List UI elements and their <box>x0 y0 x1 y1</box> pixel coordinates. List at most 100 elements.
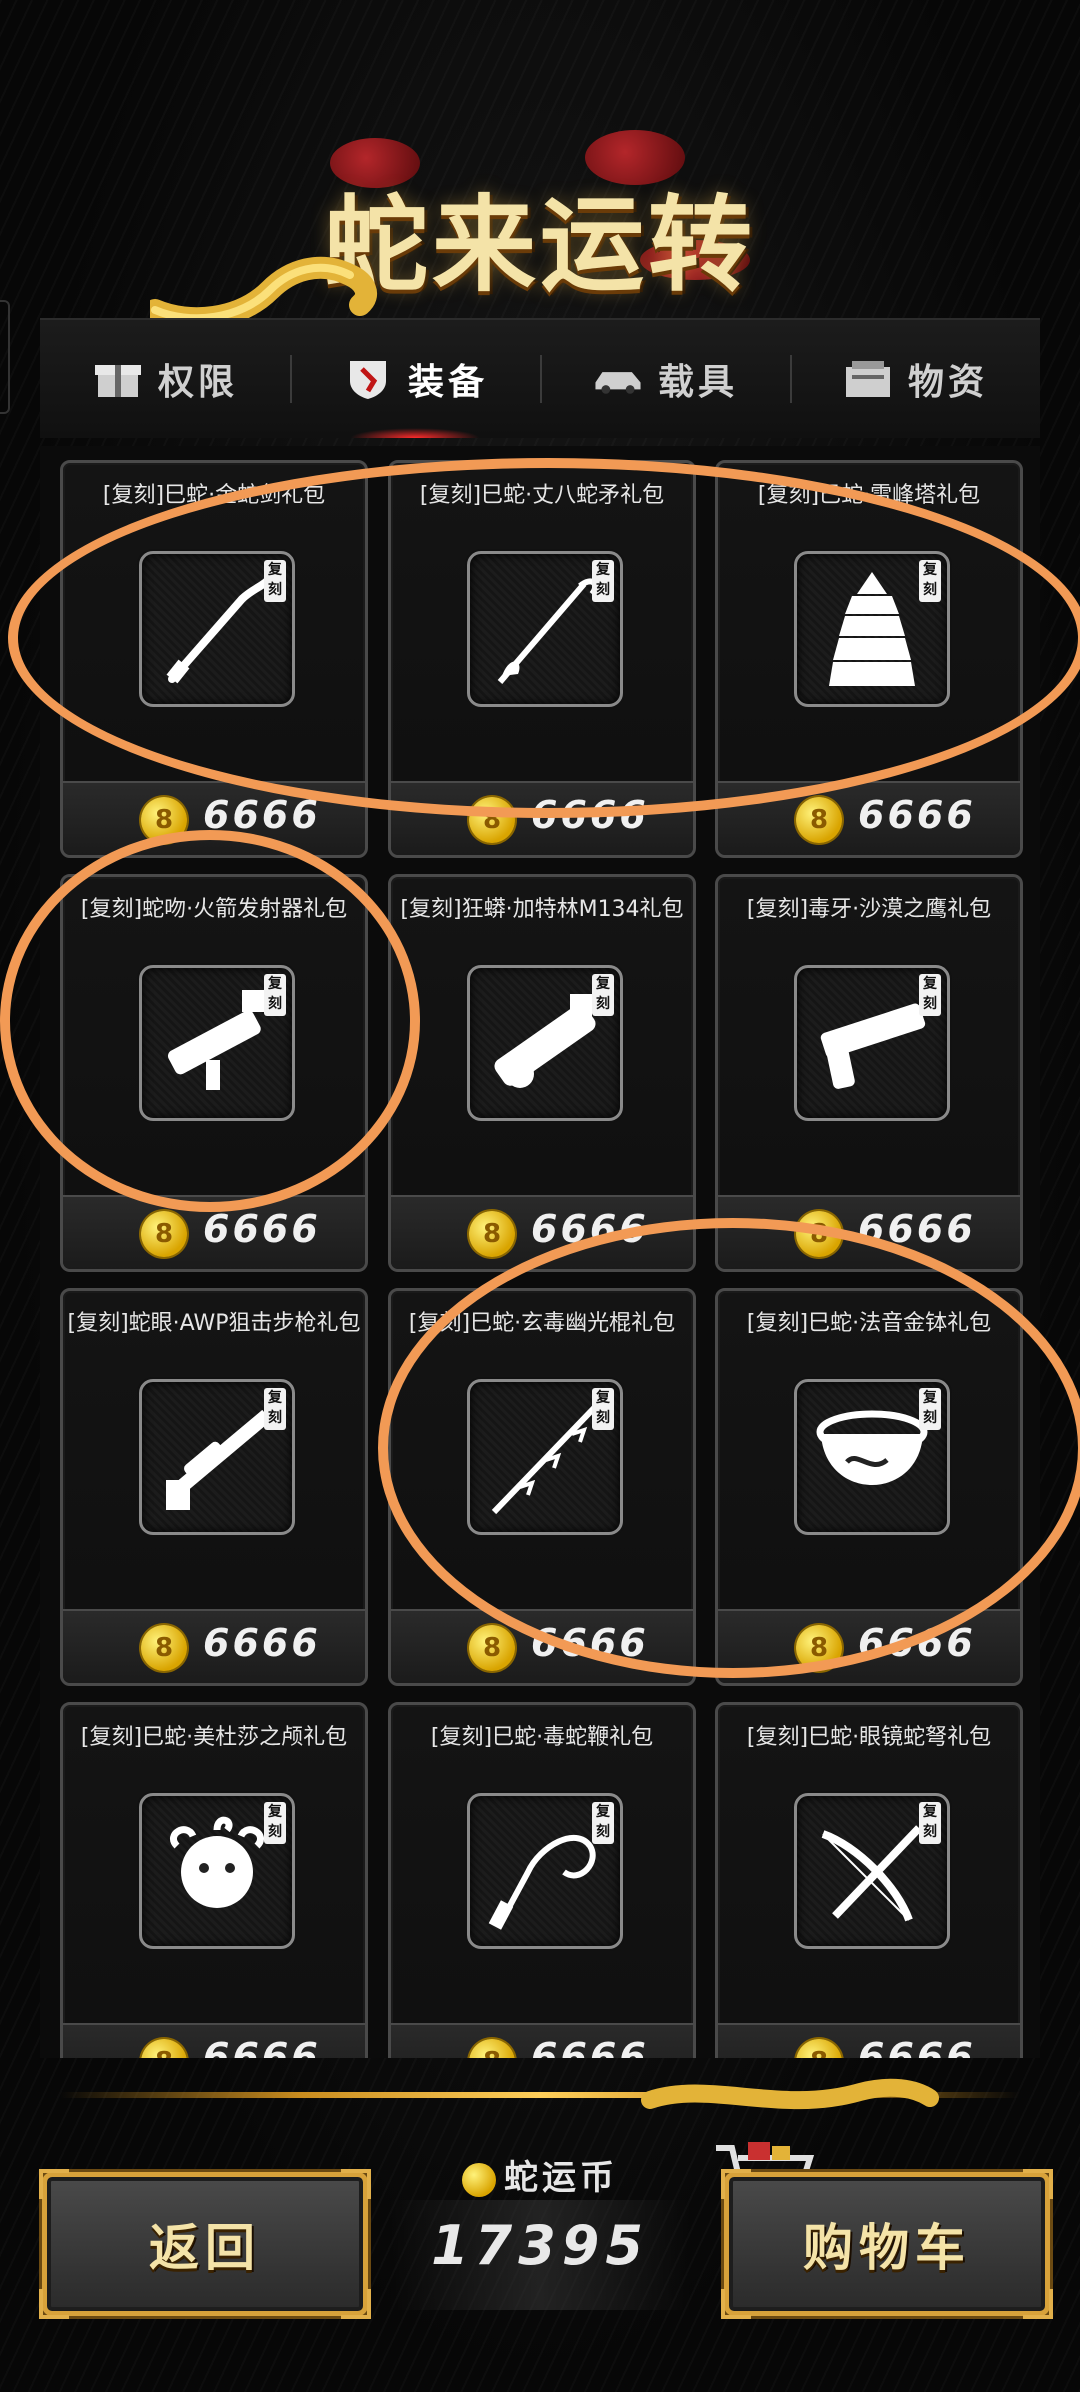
price-bar: 6666 <box>63 2023 365 2058</box>
sniper-rifle-icon <box>166 1409 272 1510</box>
car-icon <box>595 372 641 394</box>
item-icon-frame: 复刻 <box>794 551 950 707</box>
cart-button[interactable]: 购物车 <box>721 2169 1053 2319</box>
golden-snake-icon <box>641 2078 939 2110</box>
price-bar: 6666 <box>391 1609 693 1683</box>
coin-icon <box>469 1211 515 1257</box>
item-icon-frame: 复刻 <box>794 1379 950 1535</box>
item-price: 6666 <box>858 1621 976 1665</box>
reissue-badge: 复刻 <box>264 1388 286 1430</box>
frame-corner <box>721 2169 751 2199</box>
item-icon-frame: 复刻 <box>139 1793 295 1949</box>
tab-vehicles[interactable]: 载具 <box>540 320 790 438</box>
item-card[interactable]: [复刻]巳蛇·眼镜蛇弩礼包复刻 6666 <box>715 1702 1023 2058</box>
currency-label: 蛇运币 <box>504 2158 618 2198</box>
tab-label: 装备 <box>407 362 488 403</box>
supply-crate-icon <box>845 361 890 397</box>
frame-corner <box>39 2289 69 2319</box>
tab-equipment[interactable]: 装备 <box>290 320 540 438</box>
frame-corner <box>341 2289 371 2319</box>
item-card[interactable]: [复刻]巳蛇·金蛇剑礼包复刻 6666 <box>60 460 368 858</box>
staff-icon <box>491 1403 599 1515</box>
coin-icon <box>141 797 187 843</box>
item-title: [复刻]巳蛇·眼镜蛇弩礼包 <box>746 1725 992 1750</box>
item-price: 6666 <box>858 793 976 837</box>
price-bar: 6666 <box>391 1195 693 1269</box>
coin-icon <box>796 1625 842 1671</box>
reissue-badge: 复刻 <box>919 1802 941 1844</box>
item-card[interactable]: [复刻]蛇眼·AWP狙击步枪礼包复刻 6666 <box>60 1288 368 1686</box>
item-title: [复刻]巳蛇·金蛇剑礼包 <box>102 483 326 508</box>
item-title: [复刻]蛇眼·AWP狙击步枪礼包 <box>67 1311 361 1336</box>
item-price: 6666 <box>858 1207 976 1251</box>
price-bar: 6666 <box>718 1195 1020 1269</box>
item-title: [复刻]蛇吻·火箭发射器礼包 <box>80 897 348 922</box>
item-card[interactable]: [复刻]巳蛇·玄毒幽光棍礼包复刻 6666 <box>388 1288 696 1686</box>
item-icon-frame: 复刻 <box>467 551 623 707</box>
reissue-badge: 复刻 <box>592 560 614 602</box>
price-bar: 6666 <box>391 781 693 855</box>
item-card[interactable]: [复刻]巳蛇·美杜莎之颅礼包复刻 6666 <box>60 1702 368 2058</box>
item-title: [复刻]巳蛇·法音金钵礼包 <box>746 1311 992 1336</box>
gift-box-icon <box>94 365 141 397</box>
price-bar: 6666 <box>63 781 365 855</box>
item-title: [复刻]巳蛇·美杜莎之颅礼包 <box>80 1725 348 1750</box>
price-bar: 6666 <box>718 781 1020 855</box>
item-icon-frame: 复刻 <box>467 1379 623 1535</box>
golden-bowl-icon <box>816 1410 928 1485</box>
rocket-launcher-icon <box>167 990 268 1090</box>
reissue-badge: 复刻 <box>919 1388 941 1430</box>
price-bar: 6666 <box>391 2023 693 2058</box>
price-bar: 6666 <box>63 1609 365 1683</box>
coin-icon <box>462 2162 496 2197</box>
pistol-icon <box>820 1003 926 1089</box>
item-title: [复刻]毒牙·沙漠之鹰礼包 <box>746 897 992 922</box>
item-card[interactable]: [复刻]毒牙·沙漠之鹰礼包复刻 6666 <box>715 874 1023 1272</box>
item-icon-frame: 复刻 <box>467 965 623 1121</box>
price-bar: 6666 <box>718 1609 1020 1683</box>
coin-icon <box>141 1211 187 1257</box>
item-card[interactable]: [复刻]巳蛇·毒蛇鞭礼包复刻 6666 <box>388 1702 696 2058</box>
snake-sword-icon <box>166 574 274 684</box>
reissue-badge: 复刻 <box>592 1388 614 1430</box>
medusa-head-icon <box>170 1816 264 1908</box>
item-price: 6666 <box>531 1621 649 1665</box>
item-price: 6666 <box>203 1207 321 1251</box>
item-card[interactable]: [复刻]狂蟒·加特林M134礼包复刻 6666 <box>388 874 696 1272</box>
tab-privileges[interactable]: 权限 <box>40 320 290 438</box>
coin-icon <box>141 1625 187 1671</box>
item-price: 6666 <box>203 793 321 837</box>
reissue-badge: 复刻 <box>919 560 941 602</box>
item-card[interactable]: [复刻]巳蛇·雷峰塔礼包复刻 6666 <box>715 460 1023 858</box>
category-tabs: 权限 装备 载具 物资 <box>40 318 1040 438</box>
item-icon-frame: 复刻 <box>139 965 295 1121</box>
coin-icon <box>796 2039 842 2058</box>
whip-icon <box>488 1834 596 1930</box>
reissue-badge: 复刻 <box>264 560 286 602</box>
reissue-badge: 复刻 <box>592 1802 614 1844</box>
item-card[interactable]: [复刻]蛇吻·火箭发射器礼包复刻 6666 <box>60 874 368 1272</box>
item-icon-frame: 复刻 <box>794 965 950 1121</box>
item-title: [复刻]巳蛇·雷峰塔礼包 <box>757 483 981 508</box>
item-price: 6666 <box>531 2035 649 2058</box>
coin-icon <box>796 1211 842 1257</box>
reissue-badge: 复刻 <box>264 974 286 1016</box>
item-icon-frame: 复刻 <box>467 1793 623 1949</box>
frame-corner <box>721 2289 751 2319</box>
tab-label: 权限 <box>157 362 238 403</box>
shield-icon <box>349 361 386 399</box>
tab-supplies[interactable]: 物资 <box>790 320 1040 438</box>
snake-spear-icon <box>497 578 599 684</box>
item-icon-frame: 复刻 <box>139 551 295 707</box>
reissue-badge: 复刻 <box>592 974 614 1016</box>
item-title: [复刻]狂蟒·加特林M134礼包 <box>400 897 684 922</box>
pagoda-icon <box>829 572 915 686</box>
item-card[interactable]: [复刻]巳蛇·法音金钵礼包复刻 6666 <box>715 1288 1023 1686</box>
price-bar: 6666 <box>718 2023 1020 2058</box>
item-title: [复刻]巳蛇·毒蛇鞭礼包 <box>430 1725 654 1750</box>
item-card[interactable]: [复刻]巳蛇·丈八蛇矛礼包复刻 6666 <box>388 460 696 858</box>
cart-button-label: 购物车 <box>803 2219 971 2277</box>
reissue-badge: 复刻 <box>919 974 941 1016</box>
coin-icon <box>469 1625 515 1671</box>
tab-label: 载具 <box>657 362 738 403</box>
